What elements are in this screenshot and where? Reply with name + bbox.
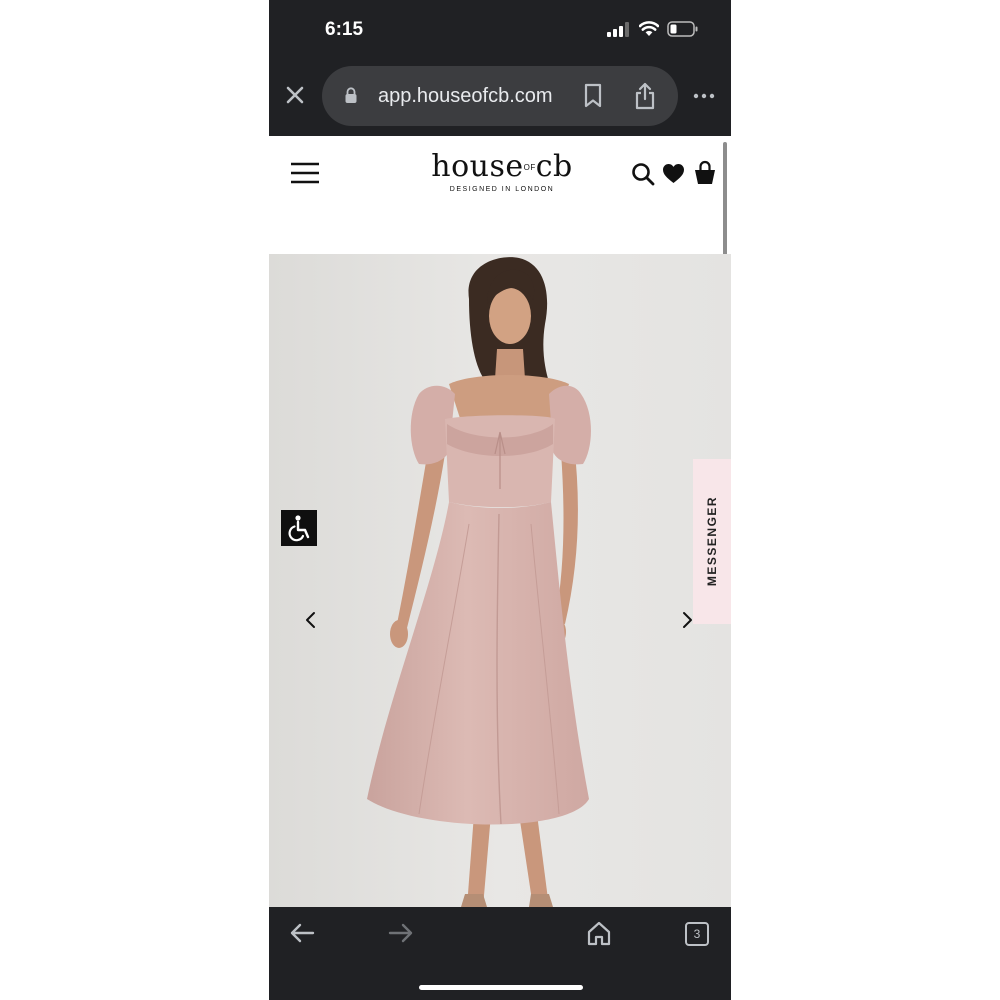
site-logo[interactable]: houseOFcb DESIGNED IN LONDON — [427, 150, 577, 194]
logo-tagline: DESIGNED IN LONDON — [449, 186, 555, 193]
logo-wordmark: houseOFcb — [427, 150, 577, 185]
close-icon[interactable] — [283, 83, 307, 107]
site-header: houseOFcb DESIGNED IN LONDON — [269, 136, 731, 282]
product-image — [269, 254, 731, 907]
share-icon[interactable] — [634, 82, 656, 110]
bag-icon[interactable] — [693, 160, 717, 185]
bookmark-icon[interactable] — [582, 83, 604, 109]
product-image-gallery[interactable]: MESSENGER — [269, 254, 731, 907]
wifi-icon — [639, 21, 659, 36]
battery-icon — [667, 21, 698, 37]
more-icon[interactable] — [692, 90, 716, 102]
status-time: 6:15 — [325, 19, 364, 40]
heart-icon[interactable] — [662, 163, 685, 184]
url-field[interactable]: app.houseofcb.com — [322, 66, 678, 126]
forward-arrow-icon[interactable] — [388, 922, 414, 944]
search-icon[interactable] — [631, 162, 655, 186]
cellular-signal-icon — [607, 22, 629, 37]
back-arrow-icon[interactable] — [289, 922, 315, 944]
messenger-label: MESSENGER — [705, 495, 719, 587]
chevron-left-icon[interactable] — [299, 608, 323, 632]
phone-screen: 6:15 app.houseofcb.com houseOFcb DESIGNE… — [269, 0, 731, 1000]
logo-word-cb: cb — [535, 149, 573, 184]
accessibility-icon — [288, 515, 310, 542]
accessibility-button[interactable] — [281, 510, 317, 546]
home-icon[interactable] — [587, 921, 611, 946]
menu-icon[interactable] — [291, 161, 319, 185]
status-bar: 6:15 — [269, 0, 731, 62]
logo-word-house: house — [431, 149, 524, 184]
browser-bottom-toolbar: 3 — [269, 907, 731, 1000]
tab-count-button[interactable]: 3 — [685, 922, 709, 946]
messenger-tab[interactable]: MESSENGER — [693, 459, 731, 624]
lock-icon — [345, 87, 357, 103]
logo-word-of: OF — [523, 163, 536, 172]
home-indicator[interactable] — [419, 985, 583, 990]
web-page: houseOFcb DESIGNED IN LONDON MESSENGER — [269, 136, 731, 907]
browser-address-bar: app.houseofcb.com — [269, 62, 731, 136]
url-text: app.houseofcb.com — [378, 85, 553, 107]
